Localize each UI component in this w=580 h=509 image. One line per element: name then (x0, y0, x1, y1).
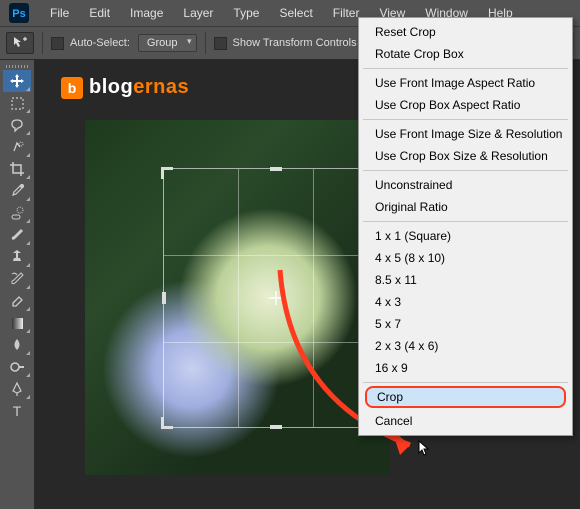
menu-type[interactable]: Type (223, 2, 269, 24)
auto-select-label: Auto-Select: (70, 37, 130, 49)
ctx-separator (363, 170, 568, 171)
crop-overlay[interactable] (163, 168, 388, 428)
ctx-item-2-x-3-4-x-6-[interactable]: 2 x 3 (4 x 6) (361, 335, 570, 357)
ctx-item-original-ratio[interactable]: Original Ratio (361, 196, 570, 218)
crop-handle-bl[interactable] (161, 418, 173, 430)
brush-tool-icon[interactable] (3, 224, 31, 246)
menu-file[interactable]: File (40, 2, 79, 24)
ctx-separator (363, 221, 568, 222)
healing-brush-tool-icon[interactable] (3, 202, 31, 224)
ctx-item-reset-crop[interactable]: Reset Crop (361, 21, 570, 43)
blur-tool-icon[interactable] (3, 334, 31, 356)
move-tool-icon[interactable] (3, 70, 31, 92)
brand-logo-icon: b (61, 77, 83, 99)
eyedropper-tool-icon[interactable] (3, 180, 31, 202)
ctx-item-4-x-5-8-x-10-[interactable]: 4 x 5 (8 x 10) (361, 247, 570, 269)
ctx-item-4-x-3[interactable]: 4 x 3 (361, 291, 570, 313)
crop-handle-b[interactable] (270, 425, 282, 429)
ctx-item-unconstrained[interactable]: Unconstrained (361, 174, 570, 196)
ctx-separator (363, 119, 568, 120)
ctx-item-use-front-image-aspect-ratio[interactable]: Use Front Image Aspect Ratio (361, 72, 570, 94)
ctx-separator (363, 382, 568, 383)
brand-text: blogernas (89, 76, 189, 99)
svg-text:T: T (13, 403, 22, 419)
toolbar: T (0, 60, 35, 509)
context-menu: Reset CropRotate Crop Box Use Front Image… (358, 17, 573, 436)
app-logo-icon[interactable]: Ps (8, 2, 30, 24)
crop-handle-l[interactable] (162, 292, 166, 304)
ctx-item-rotate-crop-box[interactable]: Rotate Crop Box (361, 43, 570, 65)
toolbar-handle[interactable] (2, 62, 32, 70)
ctx-item-8-5-x-11[interactable]: 8.5 x 11 (361, 269, 570, 291)
checkbox-icon (51, 37, 64, 50)
dodge-tool-icon[interactable] (3, 356, 31, 378)
show-transform-label: Show Transform Controls (233, 37, 357, 49)
ctx-item-1-x-1-square-[interactable]: 1 x 1 (Square) (361, 225, 570, 247)
cursor-icon (417, 440, 435, 458)
separator (205, 32, 206, 54)
pen-tool-icon[interactable] (3, 378, 31, 400)
history-brush-tool-icon[interactable] (3, 268, 31, 290)
lasso-tool-icon[interactable] (3, 114, 31, 136)
menu-edit[interactable]: Edit (79, 2, 120, 24)
quick-select-tool-icon[interactable] (3, 136, 31, 158)
tool-indicator-move-icon[interactable] (6, 32, 34, 54)
checkbox-icon (214, 37, 227, 50)
svg-text:Ps: Ps (12, 8, 25, 20)
menu-layer[interactable]: Layer (173, 2, 223, 24)
gradient-tool-icon[interactable] (3, 312, 31, 334)
separator (42, 32, 43, 54)
menu-select[interactable]: Select (269, 2, 322, 24)
show-transform-checkbox[interactable]: Show Transform Controls (214, 37, 357, 50)
clone-stamp-tool-icon[interactable] (3, 246, 31, 268)
auto-select-checkbox[interactable]: Auto-Select: (51, 37, 130, 50)
crop-tool-icon[interactable] (3, 158, 31, 180)
ctx-item-cancel[interactable]: Cancel (361, 410, 570, 432)
crop-handle-t[interactable] (270, 167, 282, 171)
crop-center-icon (269, 291, 283, 305)
crop-handle-tl[interactable] (161, 166, 173, 178)
marquee-tool-icon[interactable] (3, 92, 31, 114)
ctx-item-crop[interactable]: Crop (365, 386, 566, 408)
eraser-tool-icon[interactable] (3, 290, 31, 312)
ctx-item-use-crop-box-aspect-ratio[interactable]: Use Crop Box Aspect Ratio (361, 94, 570, 116)
brand-watermark: b blogernas (61, 76, 189, 99)
ctx-separator (363, 68, 568, 69)
ctx-item-5-x-7[interactable]: 5 x 7 (361, 313, 570, 335)
type-tool-icon[interactable]: T (3, 400, 31, 422)
ctx-item-use-crop-box-size-resolution[interactable]: Use Crop Box Size & Resolution (361, 145, 570, 167)
ctx-item-use-front-image-size-resolution[interactable]: Use Front Image Size & Resolution (361, 123, 570, 145)
auto-select-dropdown[interactable]: Group (138, 34, 197, 52)
menu-image[interactable]: Image (120, 2, 173, 24)
ctx-item-16-x-9[interactable]: 16 x 9 (361, 357, 570, 379)
